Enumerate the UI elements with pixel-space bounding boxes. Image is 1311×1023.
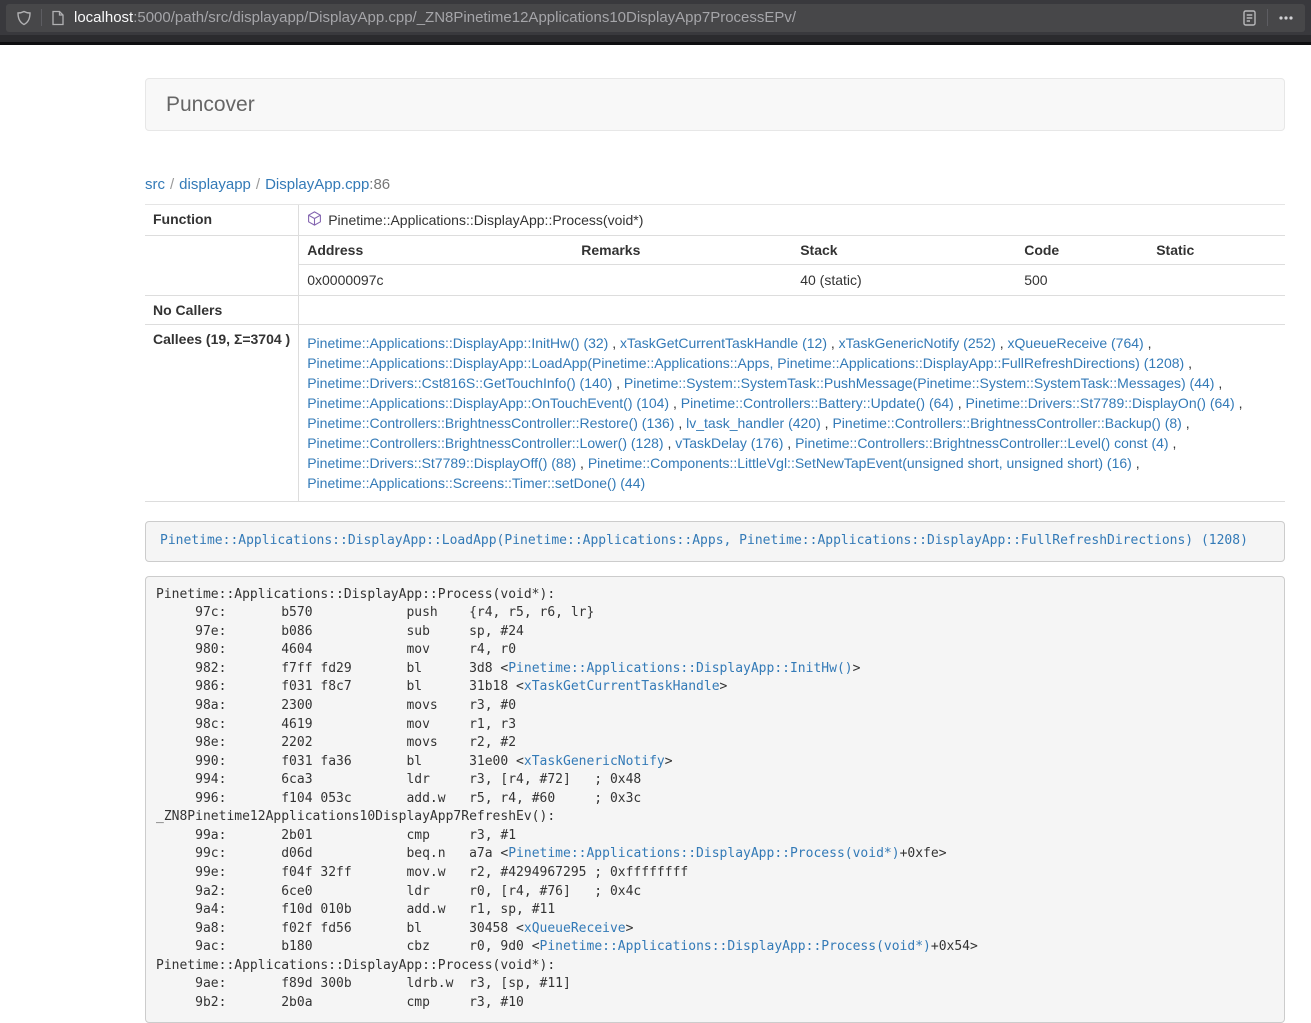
function-name: Pinetime::Applications::DisplayApp::Proc… — [328, 212, 643, 228]
callee-link[interactable]: Pinetime::Applications::DisplayApp::OnTo… — [307, 395, 669, 411]
no-callers-value — [299, 296, 1285, 325]
page-content: Puncover src/displayapp/DisplayApp.cpp:8… — [145, 78, 1285, 1023]
divider — [1267, 9, 1268, 26]
column-header-address: Address — [299, 236, 573, 265]
brand-panel: Puncover — [145, 78, 1285, 131]
callee-link[interactable]: Pinetime::Applications::DisplayApp::Init… — [307, 335, 608, 351]
table-row-details: Address Remarks Stack Code Static 0x0000… — [145, 236, 1285, 296]
callee-link[interactable]: Pinetime::Controllers::BrightnessControl… — [832, 415, 1181, 431]
callee-link[interactable]: Pinetime::Drivers::Cst816S::GetTouchInfo… — [307, 375, 612, 391]
column-header-stack: Stack — [792, 236, 1016, 265]
toolbar-shadow — [0, 35, 1311, 42]
callee-link[interactable]: Pinetime::Controllers::BrightnessControl… — [307, 415, 674, 431]
breadcrumb-separator: / — [251, 176, 265, 193]
code-symbol-link[interactable]: Pinetime::Applications::DisplayApp::Proc… — [508, 846, 899, 861]
details-table: Address Remarks Stack Code Static 0x0000… — [299, 236, 1285, 295]
callee-link[interactable]: Pinetime::Applications::Screens::Timer::… — [307, 475, 645, 491]
details-header-row: Address Remarks Stack Code Static — [299, 236, 1285, 265]
callee-link[interactable]: Pinetime::Drivers::St7789::DisplayOn() (… — [966, 395, 1235, 411]
callee-link[interactable]: xTaskGenericNotify (252) — [839, 335, 996, 351]
callee-link[interactable]: Pinetime::Controllers::Battery::Update()… — [681, 395, 954, 411]
shield-icon[interactable] — [16, 10, 32, 26]
snippet-header-link[interactable]: Pinetime::Applications::DisplayApp::Load… — [160, 533, 1248, 548]
callee-link[interactable]: xQueueReceive (764) — [1008, 335, 1144, 351]
breadcrumb-separator: / — [165, 176, 179, 193]
callee-link[interactable]: Pinetime::System::SystemTask::PushMessag… — [624, 375, 1215, 391]
column-header-static: Static — [1148, 236, 1285, 265]
address-value: 0x0000097c — [299, 265, 573, 296]
no-callers-label: No Callers — [145, 296, 299, 325]
callee-link[interactable]: Pinetime::Applications::DisplayApp::Load… — [307, 355, 1184, 371]
callee-link[interactable]: lv_task_handler (420) — [686, 415, 821, 431]
callee-link[interactable]: Pinetime::Drivers::St7789::DisplayOff() … — [307, 455, 576, 471]
callees-label: Callees (19, Σ=3704 ) — [145, 325, 299, 502]
breadcrumb: src/displayapp/DisplayApp.cpp:86 — [145, 176, 1285, 193]
callee-link[interactable]: vTaskDelay (176) — [675, 435, 783, 451]
divider — [41, 9, 42, 26]
callees-list: Pinetime::Applications::DisplayApp::Init… — [299, 325, 1285, 502]
breadcrumb-line-number: :86 — [369, 176, 390, 193]
empty-label — [145, 236, 299, 296]
url-host: localhost — [74, 9, 133, 26]
table-row-callees: Callees (19, Σ=3704 ) Pinetime::Applicat… — [145, 325, 1285, 502]
code-symbol-link[interactable]: Pinetime::Applications::DisplayApp::Init… — [508, 661, 852, 676]
breadcrumb-item-file[interactable]: DisplayApp.cpp — [265, 176, 369, 193]
code-symbol-link[interactable]: xQueueReceive — [524, 921, 626, 936]
code-symbol-link[interactable]: Pinetime::Applications::DisplayApp::Proc… — [540, 939, 931, 954]
more-icon[interactable] — [1277, 9, 1295, 27]
brand-link[interactable]: Puncover — [166, 93, 255, 117]
column-header-remarks: Remarks — [573, 236, 792, 265]
details-value-row: 0x0000097c 40 (static) 500 — [299, 265, 1285, 296]
snippet-header-box: Pinetime::Applications::DisplayApp::Load… — [145, 521, 1285, 562]
disassembly-block: Pinetime::Applications::DisplayApp::Proc… — [145, 576, 1285, 1023]
url-text[interactable]: localhost:5000/path/src/displayapp/Displ… — [74, 9, 796, 26]
window-border — [0, 42, 1311, 45]
stack-value: 40 (static) — [792, 265, 1016, 296]
url-path: :5000/path/src/displayapp/DisplayApp.cpp… — [133, 9, 796, 26]
code-symbol-link[interactable]: xTaskGetCurrentTaskHandle — [524, 679, 720, 694]
function-label: Function — [145, 205, 299, 236]
callee-link[interactable]: xTaskGetCurrentTaskHandle (12) — [620, 335, 827, 351]
cube-icon — [307, 211, 322, 229]
reader-mode-icon[interactable] — [1241, 9, 1258, 27]
callee-link[interactable]: Pinetime::Controllers::BrightnessControl… — [307, 435, 663, 451]
breadcrumb-item-displayapp[interactable]: displayapp — [179, 176, 251, 193]
remarks-value — [573, 265, 792, 296]
page-icon[interactable] — [51, 10, 65, 26]
code-value: 500 — [1016, 265, 1148, 296]
table-row-no-callers: No Callers — [145, 296, 1285, 325]
callee-link[interactable]: Pinetime::Controllers::BrightnessControl… — [795, 435, 1168, 451]
symbol-table: Function Pinetime::Applications::Display… — [145, 205, 1285, 502]
url-bar[interactable]: localhost:5000/path/src/displayapp/Displ… — [6, 4, 1305, 32]
column-header-code: Code — [1016, 236, 1148, 265]
callee-link[interactable]: Pinetime::Components::LittleVgl::SetNewT… — [588, 455, 1132, 471]
browser-toolbar: localhost:5000/path/src/displayapp/Displ… — [0, 0, 1311, 35]
breadcrumb-item-src[interactable]: src — [145, 176, 165, 193]
code-symbol-link[interactable]: xTaskGenericNotify — [524, 754, 665, 769]
table-row-function: Function Pinetime::Applications::Display… — [145, 205, 1285, 236]
static-value — [1148, 265, 1285, 296]
